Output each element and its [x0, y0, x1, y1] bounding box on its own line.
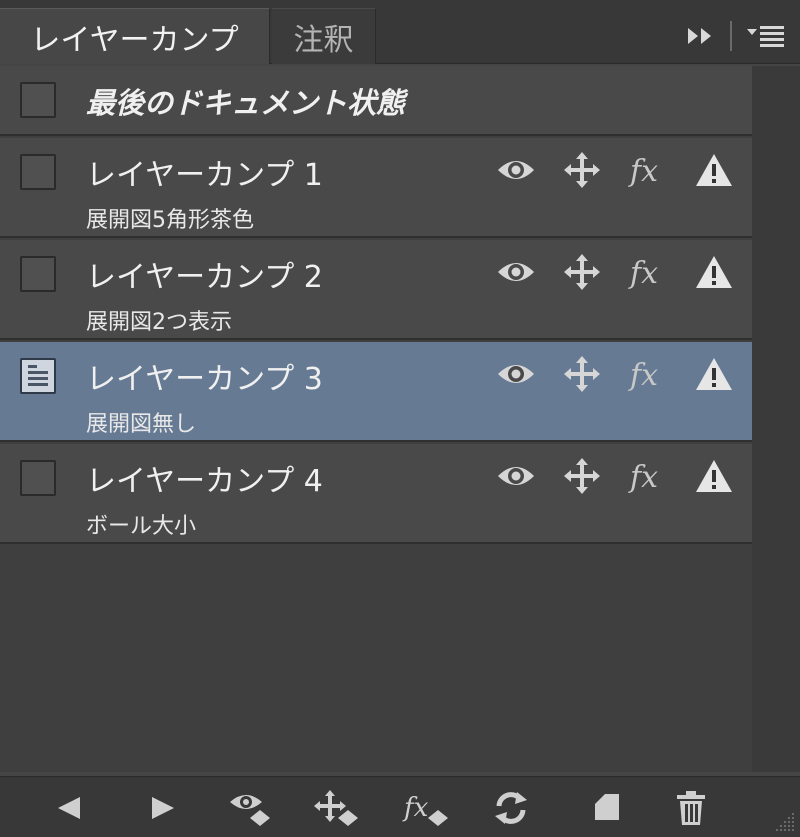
previous-comp-icon [58, 797, 80, 819]
visibility-icon[interactable] [496, 456, 536, 496]
bottom-toolbar: fx [0, 776, 800, 837]
update-appearance-button[interactable]: fx [402, 787, 448, 829]
comp-icons: fx [496, 354, 734, 394]
delete-comp-button[interactable] [668, 787, 714, 829]
applied-comp-line [28, 365, 37, 368]
warning-icon[interactable] [694, 354, 734, 394]
list-item-comp-4[interactable]: レイヤーカンプ 4 ボール大小 fx [0, 444, 752, 544]
scrollbar[interactable] [752, 66, 800, 772]
update-position-button[interactable] [312, 787, 358, 829]
last-document-state-label: 最後のドキュメント状態 [86, 86, 406, 120]
apply-comp-checkbox[interactable] [20, 82, 56, 118]
apply-comp-checkbox[interactable] [20, 256, 56, 292]
fx-icon[interactable]: fx [628, 252, 668, 292]
fx-icon[interactable]: fx [628, 150, 668, 190]
comp-title: レイヤーカンプ 4 [86, 464, 323, 499]
resize-grip-icon[interactable] [772, 809, 796, 833]
warning-icon[interactable] [694, 150, 734, 190]
tab-notes[interactable]: 注釈 [272, 8, 376, 64]
previous-comp-button[interactable] [46, 787, 92, 829]
position-icon[interactable] [562, 150, 602, 190]
apply-comp-checkbox[interactable] [20, 154, 56, 190]
new-comp-icon [595, 794, 619, 820]
applied-comp-line [28, 371, 48, 374]
comp-note: 展開図5角形茶色 [86, 208, 254, 233]
refresh-button[interactable] [488, 787, 534, 829]
fx-icon[interactable]: fx [628, 354, 668, 394]
layer-comp-list: 最後のドキュメント状態 レイヤーカンプ 1 展開図5角形茶色 fx レイヤーカン… [0, 66, 752, 772]
applied-comp-line [28, 377, 48, 380]
visibility-icon[interactable] [496, 354, 536, 394]
svg-text:fx: fx [628, 154, 658, 189]
update-position-icon [314, 790, 358, 826]
list-item-last-document-state[interactable]: 最後のドキュメント状態 [0, 66, 752, 136]
comp-title: レイヤーカンプ 1 [86, 158, 323, 193]
svg-text:fx: fx [628, 460, 658, 495]
fx-icon[interactable]: fx [628, 456, 668, 496]
list-item-comp-2[interactable]: レイヤーカンプ 2 展開図2つ表示 fx [0, 240, 752, 340]
apply-comp-checkbox[interactable] [20, 460, 56, 496]
refresh-icon [495, 792, 527, 824]
panel-menu-icon[interactable] [746, 23, 786, 49]
svg-text:fx: fx [628, 256, 658, 291]
warning-icon[interactable] [694, 456, 734, 496]
layer-comps-panel: レイヤーカンプ 注釈 最後のドキュメント状態 レイヤーカンプ 1 展開図5角形茶… [0, 0, 800, 837]
visibility-icon[interactable] [496, 252, 536, 292]
warning-icon[interactable] [694, 252, 734, 292]
comp-icons: fx [496, 252, 734, 292]
panel-actions [686, 16, 786, 56]
position-icon[interactable] [562, 252, 602, 292]
applied-comp-icon[interactable] [20, 358, 56, 394]
svg-text:fx: fx [628, 358, 658, 393]
update-appearance-icon: fx [402, 793, 448, 826]
delete-icon [677, 791, 705, 825]
svg-text:fx: fx [402, 793, 429, 823]
update-visibility-icon [230, 795, 270, 826]
comp-note: 展開図2つ表示 [86, 310, 232, 335]
tab-layer-comps[interactable]: レイヤーカンプ [0, 8, 270, 64]
comp-icons: fx [496, 456, 734, 496]
comp-note: 展開図無し [86, 412, 197, 437]
visibility-icon[interactable] [496, 150, 536, 190]
comp-title: レイヤーカンプ 3 [86, 362, 323, 397]
applied-comp-line [28, 383, 48, 386]
collapse-panel-icon[interactable] [686, 25, 716, 47]
tab-bar: レイヤーカンプ 注釈 [0, 0, 800, 64]
position-icon[interactable] [562, 456, 602, 496]
comp-icons: fx [496, 150, 734, 190]
comp-note: ボール大小 [86, 514, 197, 539]
position-icon[interactable] [562, 354, 602, 394]
update-visibility-button[interactable] [226, 787, 272, 829]
new-comp-button[interactable] [584, 787, 630, 829]
next-comp-button[interactable] [140, 787, 186, 829]
divider [730, 21, 732, 51]
list-item-comp-3[interactable]: レイヤーカンプ 3 展開図無し fx [0, 342, 752, 442]
next-comp-icon [152, 797, 174, 819]
comp-title: レイヤーカンプ 2 [86, 260, 323, 295]
list-item-comp-1[interactable]: レイヤーカンプ 1 展開図5角形茶色 fx [0, 138, 752, 238]
